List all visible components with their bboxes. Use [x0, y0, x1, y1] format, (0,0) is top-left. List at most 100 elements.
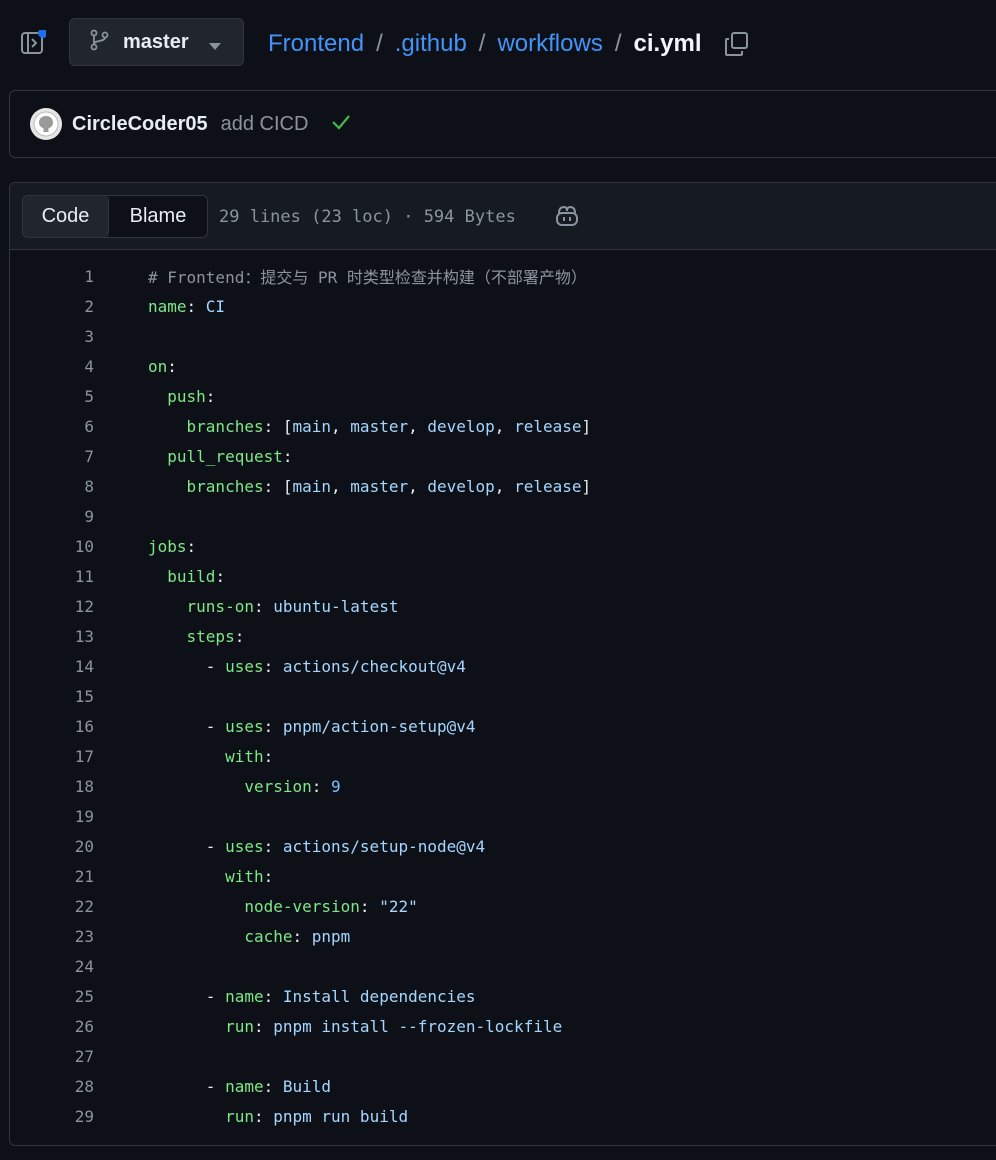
- line-number[interactable]: 17: [10, 747, 94, 766]
- code-token-punc: [148, 417, 187, 436]
- code-token-val: pnpm install --frozen-lockfile: [273, 1016, 563, 1036]
- code-line: 19: [10, 801, 996, 831]
- line-number[interactable]: 13: [10, 627, 94, 646]
- code-token-punc: ]: [581, 476, 592, 496]
- line-number[interactable]: 9: [10, 507, 94, 526]
- tab-blame[interactable]: Blame: [109, 196, 207, 237]
- code-token-key: run: [225, 1106, 254, 1126]
- code-token-punc: :: [253, 596, 274, 616]
- git-branch-icon: [89, 29, 111, 56]
- copilot-icon[interactable]: [554, 203, 580, 229]
- caret-down-icon: [209, 38, 221, 56]
- line-number[interactable]: 28: [10, 1077, 94, 1096]
- line-number[interactable]: 18: [10, 777, 94, 796]
- code-line: 12 runs-on: ubuntu-latest: [10, 591, 996, 621]
- line-number[interactable]: 6: [10, 417, 94, 436]
- line-number[interactable]: 23: [10, 927, 94, 946]
- code-token-punc: :: [186, 536, 197, 556]
- code-token-key: steps: [186, 626, 235, 646]
- line-number[interactable]: 5: [10, 387, 94, 406]
- line-number[interactable]: 8: [10, 477, 94, 496]
- code-token-punc: [148, 597, 187, 616]
- code-line: 25 - name: Install dependencies: [10, 981, 996, 1011]
- code-token-punc: :: [234, 626, 245, 646]
- line-number[interactable]: 20: [10, 837, 94, 856]
- line-number[interactable]: 3: [10, 327, 94, 346]
- tab-code[interactable]: Code: [23, 196, 109, 237]
- line-content: run: pnpm install --frozen-lockfile: [148, 1017, 562, 1036]
- code-line: 8 branches: [main, master, develop, rele…: [10, 471, 996, 501]
- copy-path-icon[interactable]: [724, 31, 750, 57]
- code-line: 20 - uses: actions/setup-node@v4: [10, 831, 996, 861]
- code-token-val: pnpm/action-setup@v4: [282, 716, 476, 736]
- line-content: node-version: "22": [148, 896, 418, 916]
- code-token-punc: :: [263, 866, 274, 886]
- line-number[interactable]: 15: [10, 687, 94, 706]
- breadcrumb-repo-link[interactable]: Frontend: [268, 30, 364, 58]
- line-number[interactable]: 7: [10, 447, 94, 466]
- code-token-key: cache: [244, 926, 293, 946]
- line-number[interactable]: 25: [10, 987, 94, 1006]
- branch-selector-button[interactable]: master: [69, 18, 244, 66]
- line-number[interactable]: 29: [10, 1107, 94, 1126]
- line-content: - name: Build: [148, 1077, 331, 1096]
- line-number[interactable]: 21: [10, 867, 94, 886]
- line-content: runs-on: ubuntu-latest: [148, 596, 399, 616]
- code-token-val: "22": [379, 896, 418, 916]
- code-token-val: ubuntu-latest: [273, 596, 399, 616]
- code-token-punc: :: [205, 386, 216, 406]
- code-line: 11 build:: [10, 561, 996, 591]
- line-number[interactable]: 2: [10, 297, 94, 316]
- line-number[interactable]: 22: [10, 897, 94, 916]
- line-number[interactable]: 19: [10, 807, 94, 826]
- code-token-punc: [148, 477, 187, 496]
- code-line: 6 branches: [main, master, develop, rele…: [10, 411, 996, 441]
- code-token-punc: [148, 567, 167, 586]
- line-number[interactable]: 27: [10, 1047, 94, 1066]
- code-token-key: branches: [186, 476, 264, 496]
- code-token-punc: [148, 867, 225, 886]
- code-token-punc: -: [148, 986, 226, 1006]
- code-token-key: runs-on: [186, 596, 254, 616]
- code-token-comment: # Frontend：提交与 PR 时类型检查并构建（不部署产物）: [148, 268, 587, 287]
- code-token-punc: [148, 897, 244, 916]
- commit-author-link[interactable]: CircleCoder05: [72, 113, 208, 136]
- line-number[interactable]: 14: [10, 657, 94, 676]
- line-number[interactable]: 1: [10, 267, 94, 286]
- check-icon[interactable]: [330, 111, 352, 138]
- code-token-val: Install dependencies: [282, 986, 476, 1006]
- breadcrumb: Frontend / .github / workflows / ci.yml: [268, 26, 750, 62]
- line-number[interactable]: 16: [10, 717, 94, 736]
- code-token-val: Build: [282, 1076, 332, 1096]
- line-number[interactable]: 24: [10, 957, 94, 976]
- code-token-val: master: [350, 476, 409, 496]
- code-token-key: name: [225, 1076, 264, 1096]
- line-number[interactable]: 26: [10, 1017, 94, 1036]
- breadcrumb-workflows-dir-link[interactable]: workflows: [497, 30, 602, 58]
- sidebar-toggle-icon[interactable]: [20, 28, 48, 56]
- line-content: cache: pnpm: [148, 927, 350, 946]
- line-number[interactable]: 4: [10, 357, 94, 376]
- code-token-num: 9: [331, 776, 341, 796]
- commit-message-link[interactable]: add CICD: [221, 113, 309, 136]
- code-line: 7 pull_request:: [10, 441, 996, 471]
- breadcrumb-github-dir-link[interactable]: .github: [395, 30, 467, 58]
- code-line: 22 node-version: "22": [10, 891, 996, 921]
- code-token-key: on: [148, 356, 168, 376]
- avatar[interactable]: [30, 108, 62, 140]
- line-content: - uses: pnpm/action-setup@v4: [148, 717, 476, 736]
- line-number[interactable]: 12: [10, 597, 94, 616]
- code-token-punc: [148, 447, 167, 466]
- code-line: 2 name: CI: [10, 291, 996, 321]
- code-line: 3: [10, 321, 996, 351]
- code-token-punc: :: [167, 356, 177, 376]
- line-content: - uses: actions/checkout@v4: [148, 657, 466, 676]
- code-token-punc: [148, 747, 225, 766]
- code-line: 10 jobs:: [10, 531, 996, 561]
- line-number[interactable]: 10: [10, 537, 94, 556]
- line-number[interactable]: 11: [10, 567, 94, 586]
- code-line: 18 version: 9: [10, 771, 996, 801]
- code-token-val: master: [350, 416, 409, 436]
- code-token-val: release: [514, 476, 582, 496]
- file-meta-info: 29 lines (23 loc) · 594 Bytes: [219, 207, 516, 227]
